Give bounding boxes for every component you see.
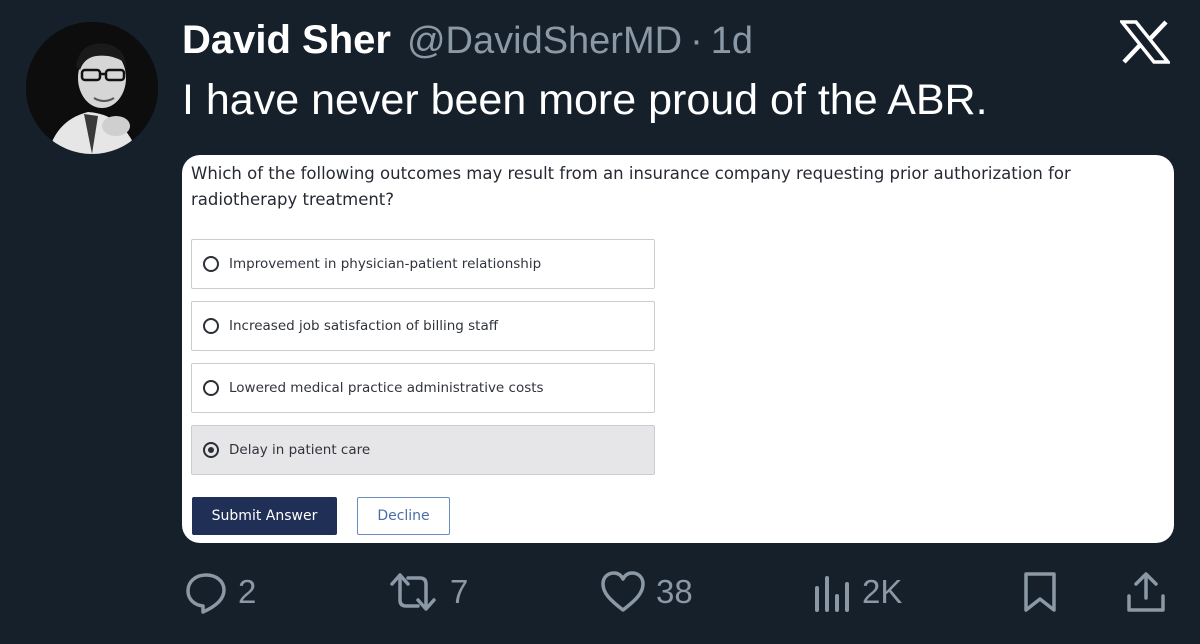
answer-option-2[interactable]: Increased job satisfaction of billing st…	[191, 301, 655, 351]
repost-button[interactable]: 7	[386, 568, 468, 616]
answer-option-4[interactable]: Delay in patient care	[191, 425, 655, 475]
answer-option-3[interactable]: Lowered medical practice administrative …	[191, 363, 655, 413]
like-button[interactable]: 38	[600, 568, 693, 616]
answer-option-label: Improvement in physician-patient relatio…	[229, 256, 542, 272]
x-logo-icon	[1118, 20, 1172, 64]
avatar[interactable]	[26, 22, 158, 154]
post-age[interactable]: 1d	[711, 20, 753, 63]
radio-button-icon[interactable]	[203, 256, 219, 272]
reply-count: 2	[238, 573, 257, 610]
separator-dot: ·	[690, 20, 703, 62]
bookmark-icon	[1020, 570, 1060, 614]
tweet-text: I have never been more proud of the ABR.	[182, 76, 988, 124]
tweet-header: David Sher @DavidSherMD · 1d	[182, 18, 753, 66]
heart-icon	[600, 570, 646, 614]
answer-option-1[interactable]: Improvement in physician-patient relatio…	[191, 239, 655, 289]
author-handle[interactable]: @DavidSherMD	[407, 20, 682, 63]
decline-button[interactable]: Decline	[357, 497, 450, 535]
reply-button[interactable]: 2	[184, 568, 256, 616]
submit-answer-button[interactable]: Submit Answer	[192, 497, 337, 535]
share-button[interactable]	[1124, 568, 1168, 616]
radio-button-icon[interactable]	[203, 318, 219, 334]
answer-option-label: Lowered medical practice administrative …	[229, 380, 544, 396]
like-count: 38	[656, 573, 693, 610]
views-button[interactable]: 2K	[812, 568, 902, 616]
answer-option-label: Delay in patient care	[229, 442, 371, 458]
radio-button-icon[interactable]	[203, 380, 219, 396]
share-icon	[1124, 570, 1168, 614]
repost-count: 7	[450, 573, 469, 610]
author-name[interactable]: David Sher	[182, 18, 391, 63]
answer-option-label: Increased job satisfaction of billing st…	[229, 318, 499, 334]
repost-icon	[386, 570, 440, 614]
quiz-question: Which of the following outcomes may resu…	[191, 164, 1071, 209]
views-icon	[812, 570, 852, 614]
radio-button-selected-icon[interactable]	[203, 442, 219, 458]
quiz-card[interactable]: Which of the following outcomes may resu…	[182, 155, 1174, 543]
reply-icon	[184, 570, 228, 614]
views-count: 2K	[862, 573, 903, 610]
bookmark-button[interactable]	[1020, 568, 1060, 616]
